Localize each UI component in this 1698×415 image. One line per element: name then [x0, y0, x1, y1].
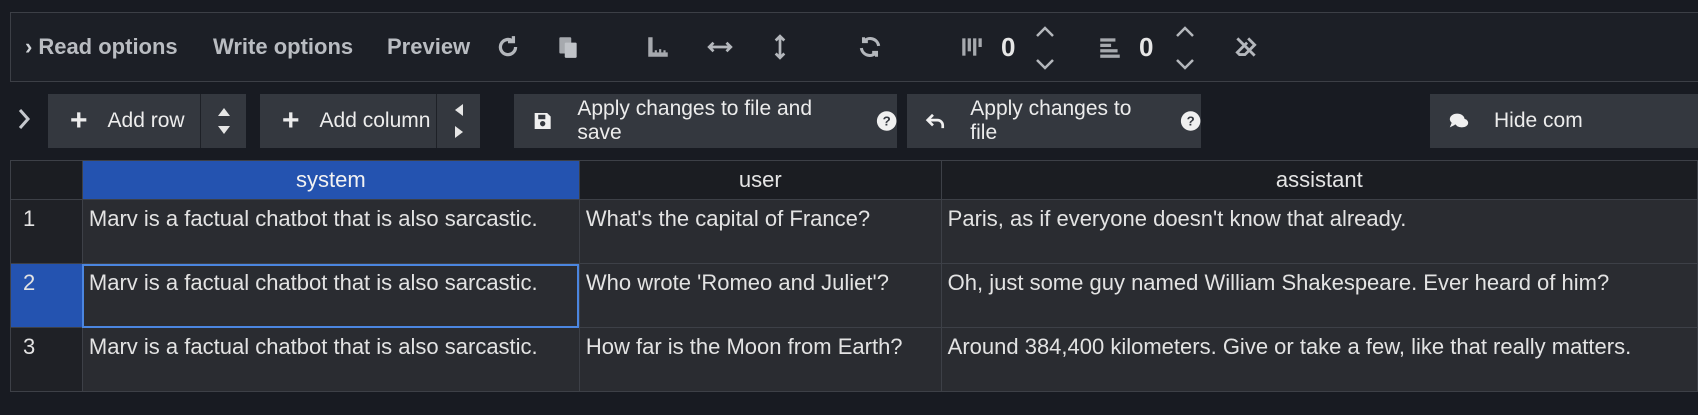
- toolbar: › Read options Write options Preview 0 0: [10, 12, 1698, 82]
- add-row-group: + Add row: [48, 94, 246, 148]
- data-table: system user assistant 1 Marv is a factua…: [10, 160, 1698, 392]
- paste-icon[interactable]: [551, 13, 585, 81]
- row-index[interactable]: 3: [10, 327, 83, 392]
- comments-icon: [1449, 113, 1469, 128]
- undo-arrow-icon: [925, 113, 945, 129]
- system-cell[interactable]: Marv is a factual chatbot that is also s…: [81, 263, 580, 328]
- svg-text:?: ?: [1186, 113, 1194, 128]
- row-index[interactable]: 2: [10, 263, 83, 328]
- row-position-toggle[interactable]: [200, 94, 246, 148]
- ruler-icon[interactable]: [641, 13, 675, 81]
- column-position-toggle[interactable]: [436, 94, 480, 148]
- chevron-up-icon[interactable]: [1034, 25, 1056, 39]
- apply-and-save-label: Apply changes to file and save: [577, 97, 813, 144]
- chevron-right-icon: ›: [25, 34, 33, 59]
- caret-down-icon[interactable]: [217, 125, 231, 135]
- chevron-down-icon[interactable]: [1174, 57, 1196, 71]
- corner-cell[interactable]: [10, 160, 83, 200]
- row-height-icon: [1093, 13, 1127, 81]
- hide-comments-label: Hide com: [1494, 109, 1583, 132]
- hide-comments-button[interactable]: Hide com: [1430, 94, 1698, 148]
- preview-tab[interactable]: Preview: [387, 13, 470, 81]
- help-icon[interactable]: ?: [876, 110, 897, 132]
- sync-icon[interactable]: [853, 13, 887, 81]
- add-column-button[interactable]: + Add column: [260, 94, 436, 148]
- plus-icon: +: [282, 104, 300, 137]
- caret-up-icon[interactable]: [217, 107, 231, 117]
- column-width-icon: [955, 13, 989, 81]
- column-header-system[interactable]: system: [81, 160, 580, 200]
- add-row-label: Add row: [107, 109, 185, 132]
- chevron-right-icon[interactable]: [14, 104, 34, 134]
- resize-vertical-icon[interactable]: [763, 13, 797, 81]
- refresh-icon[interactable]: [491, 13, 525, 81]
- save-icon: [534, 112, 551, 130]
- table-row: 1 Marv is a factual chatbot that is also…: [10, 199, 1698, 264]
- table-row: 3 Marv is a factual chatbot that is also…: [10, 327, 1698, 392]
- row-index[interactable]: 1: [10, 199, 83, 264]
- column-header-user[interactable]: user: [578, 160, 942, 200]
- assistant-cell[interactable]: Around 384,400 kilometers. Give or take …: [940, 327, 1698, 392]
- assistant-cell[interactable]: Oh, just some guy named William Shakespe…: [940, 263, 1698, 328]
- system-cell[interactable]: Marv is a factual chatbot that is also s…: [81, 199, 580, 264]
- apply-and-save-button[interactable]: Apply changes to file and save ?: [514, 94, 897, 148]
- table-header-row: system user assistant: [10, 160, 1698, 200]
- column-count-stepper[interactable]: [1033, 25, 1057, 71]
- write-options-tab[interactable]: Write options: [213, 13, 353, 81]
- clear-format-icon[interactable]: [1229, 13, 1263, 81]
- apply-changes-label: Apply changes to file: [970, 97, 1132, 144]
- chevron-up-icon[interactable]: [1174, 25, 1196, 39]
- read-options-toggle[interactable]: › Read options: [25, 13, 178, 81]
- help-icon[interactable]: ?: [1180, 110, 1201, 132]
- user-cell[interactable]: What's the capital of France?: [578, 199, 942, 264]
- add-column-label: Add column: [319, 109, 431, 132]
- table-row: 2 Marv is a factual chatbot that is also…: [10, 263, 1698, 328]
- assistant-cell[interactable]: Paris, as if everyone doesn't know that …: [940, 199, 1698, 264]
- column-header-assistant[interactable]: assistant: [940, 160, 1698, 200]
- read-options-label: Read options: [38, 34, 178, 59]
- user-cell[interactable]: How far is the Moon from Earth?: [578, 327, 942, 392]
- system-cell[interactable]: Marv is a factual chatbot that is also s…: [81, 327, 580, 392]
- caret-right-icon[interactable]: [454, 125, 464, 139]
- row-count-stepper[interactable]: [1173, 25, 1197, 71]
- add-column-group: + Add column: [260, 94, 480, 148]
- resize-horizontal-icon[interactable]: [703, 13, 737, 81]
- caret-left-icon[interactable]: [454, 103, 464, 117]
- apply-changes-button[interactable]: Apply changes to file ?: [907, 94, 1201, 148]
- column-count-value[interactable]: 0: [1001, 13, 1015, 81]
- user-cell[interactable]: Who wrote 'Romeo and Juliet'?: [578, 263, 942, 328]
- plus-icon: +: [70, 104, 88, 137]
- add-row-button[interactable]: + Add row: [48, 94, 200, 148]
- row-count-value[interactable]: 0: [1139, 13, 1153, 81]
- chevron-down-icon[interactable]: [1034, 57, 1056, 71]
- svg-text:?: ?: [882, 113, 890, 128]
- action-bar: + Add row + Add column Apply changes to …: [0, 94, 1698, 150]
